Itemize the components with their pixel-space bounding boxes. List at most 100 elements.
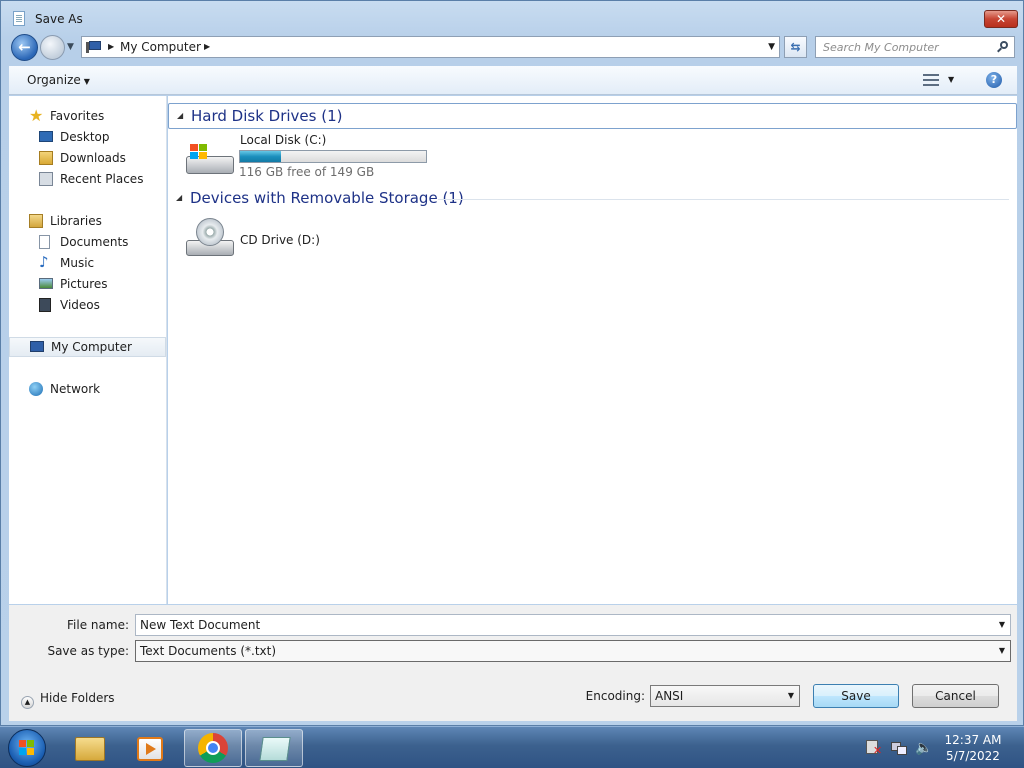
network-icon[interactable]	[891, 740, 907, 756]
nav-label: My Computer	[51, 340, 132, 354]
forward-button[interactable]	[40, 35, 65, 60]
address-bar[interactable]: ▶ My Computer ▶ ▼	[81, 36, 780, 58]
pictures-icon	[39, 278, 53, 289]
clock-time: 12:37 AM	[944, 733, 1002, 747]
folder-icon	[75, 737, 105, 761]
taskbar-chrome[interactable]	[184, 729, 242, 767]
encoding-value: ANSI	[655, 689, 684, 703]
cancel-button[interactable]: Cancel	[912, 684, 999, 708]
notepad-icon	[259, 737, 291, 761]
nav-label: Libraries	[50, 214, 102, 228]
hide-folders-label: Hide Folders	[40, 691, 115, 705]
star-icon: ★	[29, 106, 44, 125]
save-as-dialog: Save As ✕ ← ▼ ▶ My Computer ▶ ▼ ⇆ Search…	[0, 0, 1024, 726]
chevron-down-icon[interactable]: ▼	[788, 691, 794, 700]
file-name-value[interactable]: New Text Document	[140, 618, 260, 632]
navigation-pane: ★ Favorites Desktop Downloads Recent Pla…	[9, 96, 167, 604]
clock-date: 5/7/2022	[946, 749, 1000, 763]
organize-label: Organize	[27, 73, 81, 87]
breadcrumb-my-computer[interactable]: My Computer	[120, 40, 201, 54]
group-title: Devices with Removable Storage (1)	[190, 189, 464, 207]
chevron-down-icon[interactable]: ▼	[999, 646, 1005, 655]
nav-label: Downloads	[60, 151, 126, 165]
nav-label: Videos	[60, 298, 100, 312]
back-button[interactable]: ←	[11, 34, 38, 61]
group-title: Hard Disk Drives (1)	[191, 107, 343, 125]
drive-name: Local Disk (C:)	[240, 133, 327, 147]
volume-icon[interactable]: 🔈	[915, 740, 932, 756]
play-icon	[146, 743, 156, 755]
help-icon[interactable]: ?	[986, 72, 1002, 88]
organize-menu[interactable]: Organize ▼	[27, 73, 90, 87]
search-icon[interactable]	[997, 41, 1008, 53]
save-button[interactable]: Save	[813, 684, 899, 708]
search-box[interactable]: Search My Computer	[815, 36, 1015, 58]
group-divider	[438, 199, 1009, 200]
windows-logo-icon	[19, 740, 35, 756]
libraries-icon	[29, 214, 43, 228]
encoding-select[interactable]: ANSI ▼	[650, 685, 800, 707]
nav-recent-places[interactable]: Recent Places	[9, 169, 166, 189]
chevron-down-icon: ▼	[83, 77, 90, 86]
documents-icon	[39, 235, 50, 249]
taskbar-media-player[interactable]	[121, 729, 179, 767]
encoding-label: Encoding:	[585, 689, 645, 703]
nav-label: Music	[60, 256, 95, 270]
title-bar[interactable]: Save As ✕	[1, 1, 1023, 35]
taskbar-explorer[interactable]	[62, 729, 120, 767]
start-button[interactable]	[8, 729, 46, 767]
file-name-label: File name:	[67, 618, 129, 632]
breadcrumb-arrow-icon[interactable]: ▶	[204, 42, 210, 51]
nav-libraries[interactable]: Libraries	[9, 211, 166, 231]
chrome-icon-center	[206, 741, 220, 755]
taskbar: ✕ 🔈 12:37 AM 5/7/2022	[0, 726, 1024, 768]
notepad-icon	[13, 11, 25, 26]
nav-network[interactable]: Network	[9, 379, 166, 399]
refresh-button[interactable]: ⇆	[784, 36, 807, 58]
cd-drive-icon	[186, 218, 236, 258]
collapse-triangle-icon[interactable]: ◢	[176, 193, 182, 202]
nav-videos[interactable]: Videos	[9, 295, 166, 315]
breadcrumb-arrow-icon[interactable]: ▶	[108, 42, 114, 51]
save-as-type-select[interactable]: Text Documents (*.txt) ▼	[135, 640, 1011, 662]
nav-documents[interactable]: Documents	[9, 232, 166, 252]
file-name-field[interactable]: New Text Document ▼	[135, 614, 1011, 636]
nav-pictures[interactable]: Pictures	[9, 274, 166, 294]
recent-locations-dropdown[interactable]: ▼	[67, 42, 74, 52]
chevron-down-icon[interactable]: ▼	[999, 620, 1005, 629]
nav-my-computer[interactable]: My Computer	[9, 337, 166, 357]
disk-usage-fill	[240, 151, 281, 162]
nav-desktop[interactable]: Desktop	[9, 127, 166, 147]
close-button[interactable]: ✕	[984, 10, 1018, 28]
nav-downloads[interactable]: Downloads	[9, 148, 166, 168]
network-icon	[29, 382, 43, 396]
desktop-icon	[39, 131, 53, 142]
group-header-hard-disk-drives[interactable]: ◢ Hard Disk Drives (1)	[168, 103, 1017, 129]
nav-label: Desktop	[60, 130, 110, 144]
nav-label: Recent Places	[60, 172, 144, 186]
views-dropdown[interactable]: ▼	[948, 75, 954, 84]
videos-icon	[39, 298, 51, 312]
recent-places-icon	[39, 172, 53, 186]
nav-label: Network	[50, 382, 101, 396]
chevron-down-icon[interactable]: ▼	[768, 42, 775, 52]
views-icon[interactable]	[923, 73, 939, 87]
nav-music[interactable]: ♪ Music	[9, 253, 166, 273]
nav-label: Documents	[60, 235, 129, 249]
save-options-panel: File name: New Text Document ▼ Save as t…	[9, 605, 1017, 721]
clock[interactable]: 12:37 AM 5/7/2022	[940, 732, 1006, 764]
chevron-up-icon: ▲	[21, 696, 34, 709]
hide-folders-button[interactable]: ▲ Hide Folders	[21, 691, 115, 709]
nav-favorites[interactable]: ★ Favorites	[9, 106, 166, 126]
downloads-folder-icon	[39, 151, 53, 165]
collapse-triangle-icon[interactable]: ◢	[177, 111, 183, 120]
computer-icon	[86, 40, 102, 54]
action-center-icon[interactable]: ✕	[866, 740, 882, 756]
nav-label: Pictures	[60, 277, 108, 291]
search-input[interactable]: Search My Computer	[823, 41, 939, 54]
taskbar-notepad[interactable]	[245, 729, 303, 767]
save-as-type-value: Text Documents (*.txt)	[140, 644, 277, 658]
computer-icon	[30, 341, 44, 352]
group-header-removable-storage[interactable]: ◢ Devices with Removable Storage (1)	[168, 186, 1017, 212]
nav-label: Favorites	[50, 109, 105, 123]
